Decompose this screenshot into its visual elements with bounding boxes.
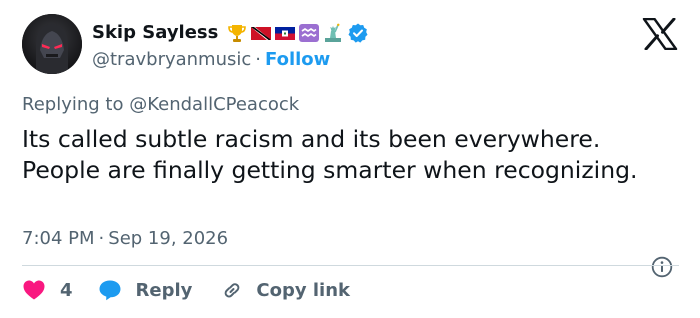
replying-to-prefix: Replying to	[22, 94, 124, 115]
tweet-time: 7:04 PM	[22, 228, 95, 249]
heart-icon	[23, 280, 45, 300]
user-handle[interactable]: @travbryanmusic	[92, 49, 251, 70]
aquarius-icon	[299, 24, 320, 42]
reply-button[interactable]: Reply	[98, 279, 193, 301]
divider	[22, 265, 679, 266]
statue-of-liberty-icon	[325, 23, 342, 42]
tweet-card: Skip Sayless @travbryanmusic · Follow Re…	[0, 0, 700, 318]
tweet-text: Its called subtle racism and its been ev…	[22, 125, 638, 184]
tweet-date: Sep 19, 2026	[108, 228, 229, 249]
trinidad-flag-icon	[251, 27, 272, 40]
name-row: Skip Sayless	[92, 20, 369, 46]
x-logo-icon[interactable]	[642, 18, 678, 50]
display-name[interactable]: Skip Sayless	[92, 21, 218, 45]
handle-row: @travbryanmusic · Follow	[92, 48, 330, 72]
reply-label: Reply	[135, 279, 193, 301]
reply-bubble-icon	[99, 280, 121, 301]
like-button[interactable]: 4	[22, 279, 73, 301]
tweet-timestamp[interactable]: 7:04 PM · Sep 19, 2026	[22, 227, 228, 251]
link-icon	[225, 283, 240, 298]
timestamp-separator: ·	[98, 228, 105, 249]
profile-badges	[226, 23, 344, 43]
copy-link-button[interactable]: Copy link	[220, 279, 350, 301]
trophy-icon	[228, 25, 247, 42]
verified-badge-icon[interactable]	[347, 22, 369, 44]
follow-button[interactable]: Follow	[265, 49, 330, 70]
replying-to: Replying to @KendallCPeacock	[22, 93, 299, 117]
copy-link-label: Copy link	[256, 279, 350, 301]
haiti-flag-icon	[275, 27, 296, 40]
action-bar: 4 Reply Copy link	[22, 276, 350, 304]
replying-to-mention[interactable]: @KendallCPeacock	[129, 94, 299, 115]
info-icon[interactable]	[651, 256, 673, 278]
avatar-image	[22, 14, 82, 74]
avatar[interactable]	[22, 14, 82, 74]
handle-separator: ·	[255, 49, 262, 70]
like-count: 4	[60, 279, 73, 301]
